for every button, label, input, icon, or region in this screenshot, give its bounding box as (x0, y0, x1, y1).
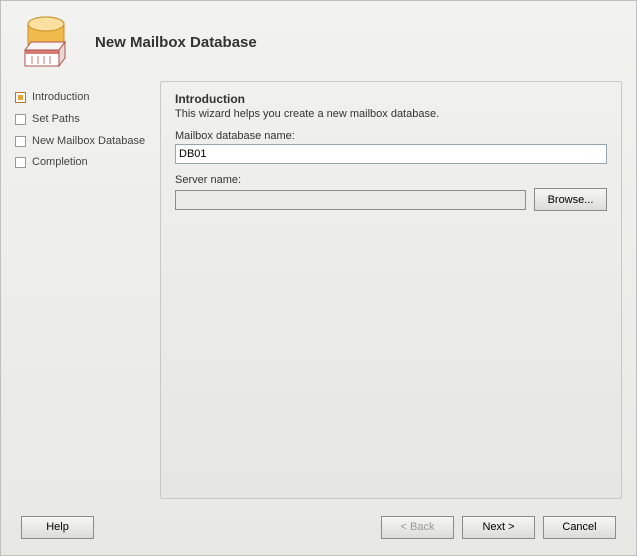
server-row: Browse... (175, 188, 607, 211)
section-description: This wizard helps you create a new mailb… (175, 108, 607, 120)
next-button[interactable]: Next > (462, 516, 535, 539)
wizard-main-panel: Introduction This wizard helps you creat… (160, 81, 622, 499)
wizard-header: New Mailbox Database (1, 1, 636, 81)
server-name-input[interactable] (175, 190, 526, 210)
db-name-label: Mailbox database name: (175, 130, 607, 142)
step-introduction: Introduction (15, 87, 160, 109)
step-bullet-icon (15, 157, 26, 168)
help-button[interactable]: Help (21, 516, 94, 539)
step-bullet-icon (15, 136, 26, 147)
step-label: Set Paths (32, 113, 80, 127)
step-set-paths: Set Paths (15, 109, 160, 131)
step-new-mailbox-database: New Mailbox Database (15, 131, 160, 153)
wizard-footer: Help < Back Next > Cancel (1, 499, 636, 555)
step-label: Introduction (32, 91, 89, 105)
database-icon (15, 14, 77, 70)
step-bullet-icon (15, 92, 26, 103)
wizard-body: Introduction Set Paths New Mailbox Datab… (1, 81, 636, 499)
wizard-window: New Mailbox Database Introduction Set Pa… (0, 0, 637, 556)
wizard-steps-sidebar: Introduction Set Paths New Mailbox Datab… (15, 81, 160, 499)
step-label: New Mailbox Database (32, 135, 145, 149)
section-title: Introduction (175, 92, 607, 106)
server-name-label: Server name: (175, 174, 607, 186)
step-bullet-icon (15, 114, 26, 125)
cancel-button[interactable]: Cancel (543, 516, 616, 539)
browse-button[interactable]: Browse... (534, 188, 607, 211)
back-button: < Back (381, 516, 454, 539)
db-name-input[interactable] (175, 144, 607, 164)
step-label: Completion (32, 156, 88, 170)
step-completion: Completion (15, 152, 160, 174)
wizard-title: New Mailbox Database (95, 34, 257, 51)
